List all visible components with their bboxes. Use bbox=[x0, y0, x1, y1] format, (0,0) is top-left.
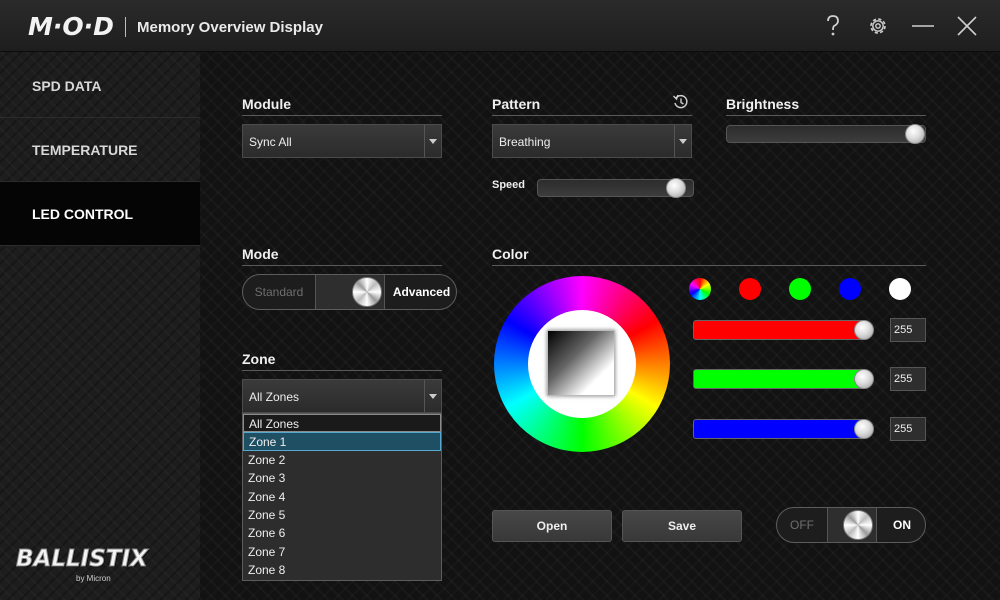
module-dropdown[interactable]: Sync All bbox=[242, 124, 442, 158]
mode-label: Mode bbox=[242, 246, 442, 266]
color-wheel[interactable] bbox=[494, 276, 670, 452]
sidebar: SPD DATA TEMPERATURE LED CONTROL BALLIST… bbox=[0, 52, 200, 600]
brand-name: BALLISTIX bbox=[16, 546, 149, 573]
mode-standard-label: Standard bbox=[254, 285, 304, 299]
help-button[interactable] bbox=[816, 10, 850, 42]
pattern-label: Pattern bbox=[492, 96, 692, 116]
close-icon bbox=[957, 16, 977, 36]
ballistix-logo: BALLISTIX by Micron bbox=[16, 546, 186, 586]
mode-toggle-track bbox=[315, 275, 385, 309]
speed-slider-knob[interactable] bbox=[666, 178, 686, 198]
swatch-blue[interactable] bbox=[839, 278, 861, 300]
main-panel: Module Sync All Pattern Breathing Speed … bbox=[200, 52, 1000, 600]
color-wheel-center bbox=[528, 310, 636, 418]
module-label: Module bbox=[242, 96, 442, 116]
zone-option-6[interactable]: Zone 6 bbox=[243, 524, 441, 542]
gear-icon bbox=[870, 18, 886, 34]
settings-button[interactable] bbox=[861, 10, 895, 42]
brightness-label: Brightness bbox=[726, 96, 926, 116]
zone-option-1[interactable]: Zone 1 bbox=[243, 432, 441, 451]
power-off-label: OFF bbox=[790, 518, 814, 532]
power-toggle-knob[interactable] bbox=[843, 510, 873, 540]
blue-slider[interactable] bbox=[693, 419, 874, 439]
red-slider-knob[interactable] bbox=[854, 320, 874, 340]
zone-option-5[interactable]: Zone 5 bbox=[243, 506, 441, 524]
chevron-down-icon bbox=[424, 125, 441, 157]
zone-option-4[interactable]: Zone 4 bbox=[243, 488, 441, 506]
green-value-field[interactable]: 255 bbox=[890, 367, 926, 391]
zone-label: Zone bbox=[242, 351, 442, 371]
chevron-down-icon bbox=[674, 125, 691, 157]
sidebar-item-led-control[interactable]: LED CONTROL bbox=[0, 182, 200, 246]
reset-pattern-button[interactable] bbox=[672, 93, 690, 111]
zone-option-all[interactable]: All Zones bbox=[243, 414, 441, 433]
save-button[interactable]: Save bbox=[622, 510, 742, 542]
swatch-green[interactable] bbox=[789, 278, 811, 300]
zone-option-3[interactable]: Zone 3 bbox=[243, 469, 441, 487]
red-value-field[interactable]: 255 bbox=[890, 318, 926, 342]
minimize-icon bbox=[912, 25, 934, 27]
close-button[interactable] bbox=[950, 10, 984, 42]
power-toggle[interactable]: OFF ON bbox=[776, 507, 926, 543]
sidebar-item-spd-data[interactable]: SPD DATA bbox=[0, 54, 200, 118]
zone-option-7[interactable]: Zone 7 bbox=[243, 543, 441, 561]
speed-slider[interactable] bbox=[537, 178, 694, 198]
green-slider[interactable] bbox=[693, 369, 874, 389]
app-logo: M·O·D bbox=[28, 12, 114, 41]
zone-dropdown[interactable]: All Zones bbox=[242, 379, 442, 413]
zone-value: All Zones bbox=[249, 390, 300, 404]
pattern-dropdown[interactable]: Breathing bbox=[492, 124, 692, 158]
brightness-slider[interactable] bbox=[726, 124, 926, 144]
zone-option-2[interactable]: Zone 2 bbox=[243, 451, 441, 469]
sidebar-item-label: SPD DATA bbox=[32, 77, 102, 94]
blue-value-field[interactable]: 255 bbox=[890, 417, 926, 441]
sidebar-item-temperature[interactable]: TEMPERATURE bbox=[0, 118, 200, 182]
question-icon bbox=[827, 15, 839, 36]
module-value: Sync All bbox=[249, 135, 292, 149]
open-button[interactable]: Open bbox=[492, 510, 612, 542]
blue-slider-knob[interactable] bbox=[854, 419, 874, 439]
sidebar-item-label: TEMPERATURE bbox=[32, 141, 138, 158]
swatch-red[interactable] bbox=[739, 278, 761, 300]
green-slider-knob[interactable] bbox=[854, 369, 874, 389]
sidebar-item-label: LED CONTROL bbox=[32, 205, 134, 222]
saturation-square[interactable] bbox=[547, 330, 615, 396]
speed-label: Speed bbox=[492, 179, 526, 191]
mode-toggle-knob[interactable] bbox=[352, 277, 382, 307]
minimize-button[interactable] bbox=[906, 10, 940, 42]
chevron-down-icon bbox=[424, 380, 441, 412]
color-label: Color bbox=[492, 246, 926, 266]
mode-toggle[interactable]: Standard Advanced bbox=[242, 274, 457, 310]
swatch-white[interactable] bbox=[889, 278, 911, 300]
title-separator bbox=[125, 17, 126, 37]
pattern-value: Breathing bbox=[499, 135, 551, 149]
swatch-rainbow[interactable] bbox=[689, 278, 711, 300]
app-title: Memory Overview Display bbox=[137, 19, 323, 36]
mode-advanced-label: Advanced bbox=[392, 285, 451, 299]
power-toggle-track bbox=[827, 508, 877, 542]
power-on-label: ON bbox=[893, 518, 911, 532]
brightness-slider-knob[interactable] bbox=[905, 124, 925, 144]
zone-options-list: All Zones Zone 1 Zone 2 Zone 3 Zone 4 Zo… bbox=[242, 413, 442, 581]
title-bar: M·O·D Memory Overview Display bbox=[0, 0, 1000, 52]
brand-sub: by Micron bbox=[76, 574, 111, 583]
zone-option-8[interactable]: Zone 8 bbox=[243, 561, 441, 579]
history-icon bbox=[673, 94, 688, 109]
red-slider[interactable] bbox=[693, 320, 874, 340]
